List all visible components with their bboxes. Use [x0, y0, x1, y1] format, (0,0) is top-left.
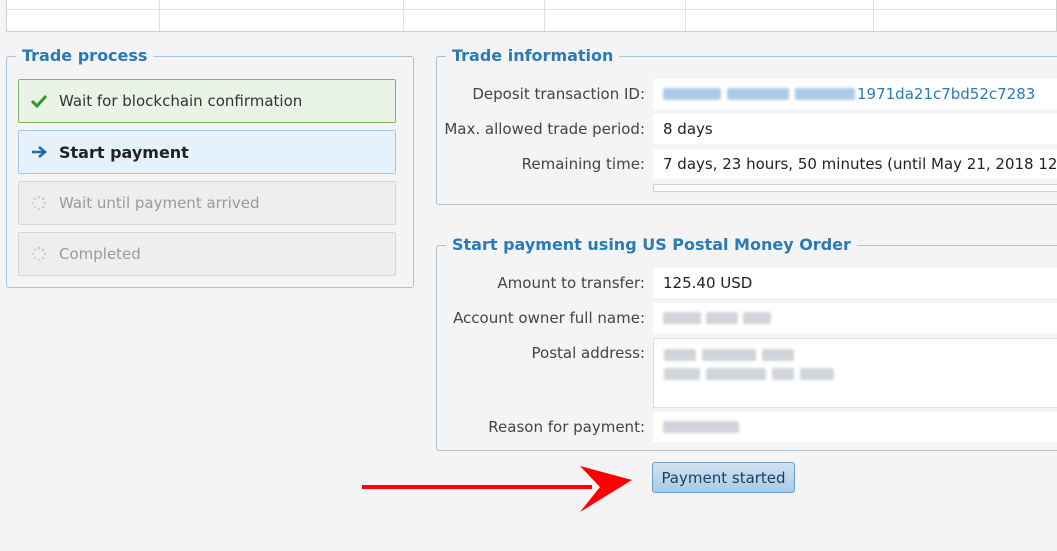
- start-payment-group: Start payment using US Postal Money Orde…: [436, 235, 1057, 451]
- red-arrow-annotation: [362, 466, 632, 512]
- step-label: Wait for blockchain confirmation: [59, 92, 303, 110]
- deposit-tx-value[interactable]: 1971da21c7bd52c7283: [653, 79, 1057, 109]
- redacted-text: [663, 88, 721, 100]
- owner-value: [653, 303, 1057, 333]
- table-row-divider: [7, 9, 1056, 10]
- trade-information-title: Trade information: [446, 46, 620, 66]
- postal-address-label: Postal address:: [531, 344, 646, 362]
- remaining-time-label: Remaining time:: [521, 155, 645, 173]
- redacted-text: [702, 349, 756, 361]
- owner-row: Account owner full name:: [437, 303, 1057, 333]
- redacted-text: [663, 421, 739, 433]
- redacted-text: [664, 368, 700, 380]
- postal-address-row: Postal address:: [437, 338, 1057, 408]
- redacted-text: [743, 312, 771, 324]
- step-label: Start payment: [59, 142, 189, 162]
- amount-label: Amount to transfer:: [497, 274, 645, 292]
- trades-table-bottom: [6, 0, 1057, 32]
- redacted-text: [762, 349, 794, 361]
- table-column-divider: [403, 0, 404, 31]
- redacted-text: [706, 312, 738, 324]
- redacted-text: [727, 88, 789, 100]
- table-column-divider: [685, 0, 686, 31]
- redacted-text: [795, 88, 855, 100]
- step-blockchain-confirmation: Wait for blockchain confirmation: [18, 79, 396, 123]
- remaining-time-progress-bar: [653, 184, 1057, 192]
- step-label: Wait until payment arrived: [59, 194, 260, 212]
- table-column-divider: [873, 0, 874, 31]
- table-column-divider: [159, 0, 160, 31]
- step-completed: Completed: [18, 232, 396, 276]
- reason-row: Reason for payment:: [437, 412, 1057, 442]
- redacted-text: [772, 368, 794, 380]
- trade-process-group: Trade process Wait for blockchain confir…: [6, 46, 414, 288]
- redacted-text: [800, 368, 834, 380]
- redacted-text: [706, 368, 766, 380]
- checkmark-icon: [29, 91, 49, 111]
- step-wait-payment-arrived: Wait until payment arrived: [18, 181, 396, 225]
- trade-information-group: Trade information Deposit transaction ID…: [436, 46, 1057, 205]
- remaining-time-value: 7 days, 23 hours, 50 minutes (until May …: [653, 149, 1057, 179]
- max-period-value: 8 days: [653, 114, 1057, 144]
- spinner-icon: [29, 193, 49, 213]
- reason-label: Reason for payment:: [488, 418, 645, 436]
- table-column-divider: [544, 0, 545, 31]
- step-label: Completed: [59, 245, 141, 263]
- postal-address-value: [653, 338, 1057, 408]
- redacted-text: [664, 349, 696, 361]
- amount-value: 125.40 USD: [653, 268, 1057, 298]
- max-period-row: Max. allowed trade period: 8 days: [437, 114, 1057, 144]
- trade-process-title: Trade process: [16, 46, 154, 66]
- spinner-icon: [29, 244, 49, 264]
- remaining-time-row: Remaining time: 7 days, 23 hours, 50 min…: [437, 149, 1057, 179]
- deposit-tx-label: Deposit transaction ID:: [472, 85, 645, 103]
- payment-started-button[interactable]: Payment started: [652, 462, 795, 493]
- max-period-label: Max. allowed trade period:: [444, 120, 645, 138]
- redacted-text: [663, 312, 701, 324]
- arrow-right-icon: [29, 142, 49, 162]
- owner-label: Account owner full name:: [453, 309, 645, 327]
- start-payment-title: Start payment using US Postal Money Orde…: [446, 235, 857, 255]
- step-start-payment: Start payment: [18, 130, 396, 174]
- amount-row: Amount to transfer: 125.40 USD: [437, 268, 1057, 298]
- reason-value: [653, 412, 1057, 442]
- deposit-tx-row: Deposit transaction ID: 1971da21c7bd52c7…: [437, 79, 1057, 109]
- deposit-tx-link[interactable]: 1971da21c7bd52c7283: [857, 85, 1035, 103]
